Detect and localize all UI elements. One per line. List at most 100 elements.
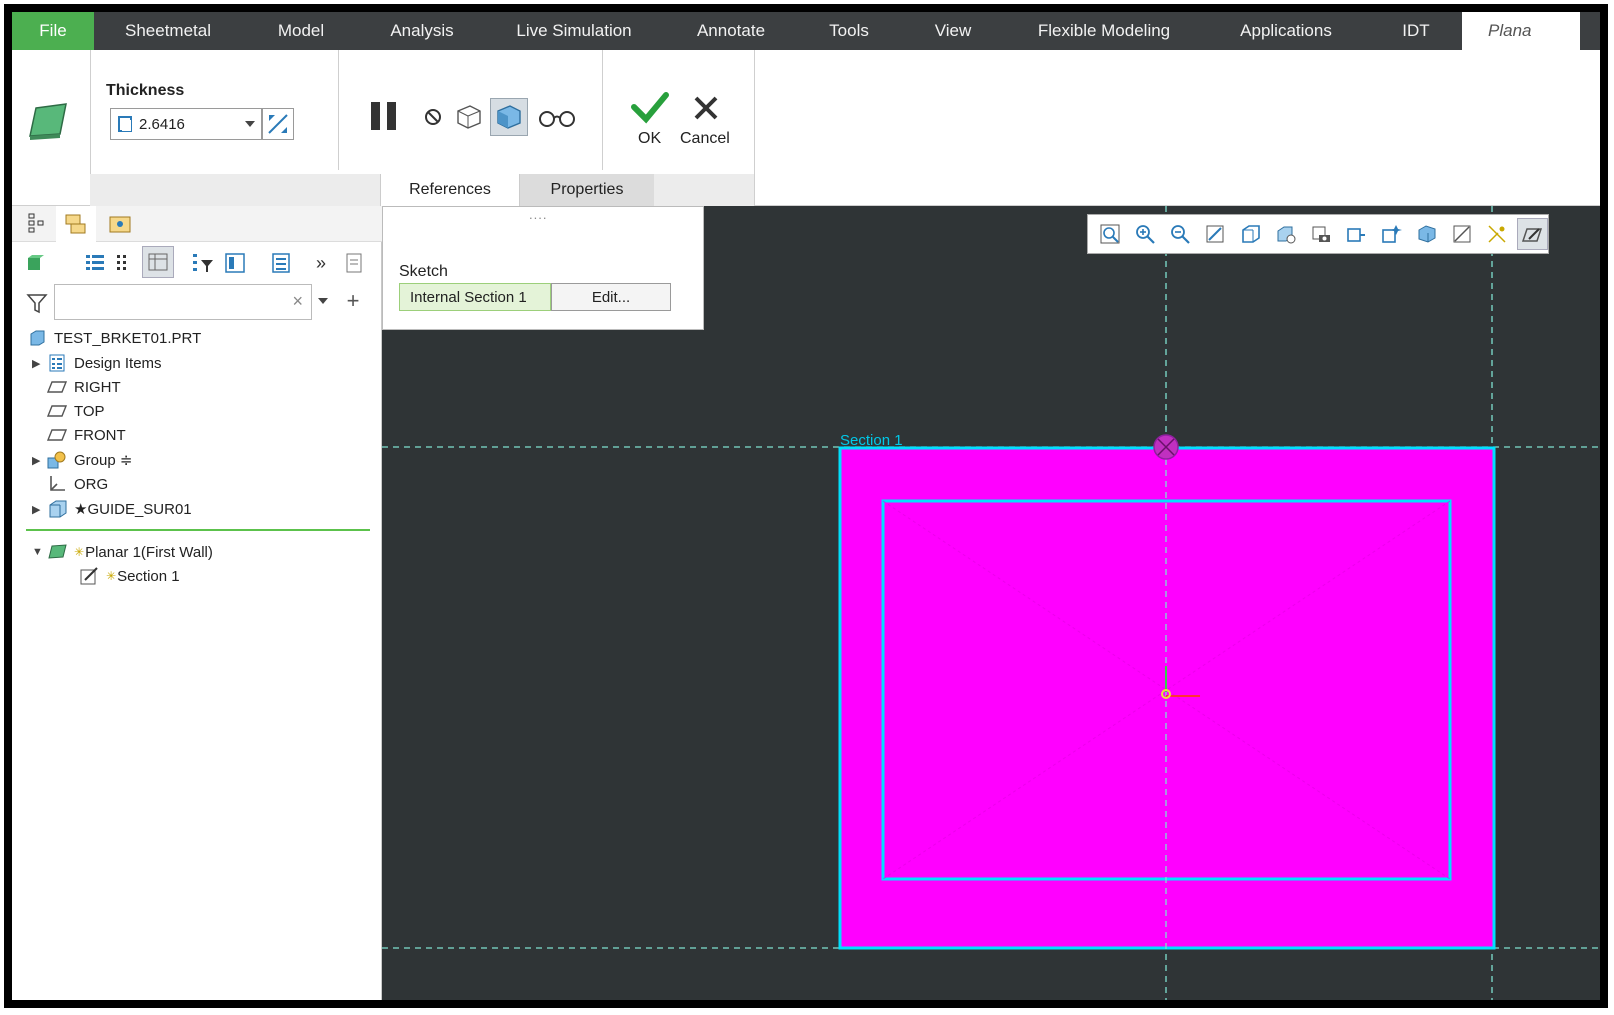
tab-tools[interactable]: Tools [798, 12, 900, 50]
tab-view[interactable]: View [900, 12, 1006, 50]
tab-live-simulation[interactable]: Live Simulation [484, 12, 664, 50]
spin-center-icon[interactable] [1376, 218, 1407, 250]
repaint-icon[interactable] [1200, 218, 1231, 250]
tree-item-right[interactable]: RIGHT [46, 375, 121, 399]
tree-search-input[interactable]: × [54, 284, 312, 320]
ok-button[interactable] [628, 88, 672, 128]
datum-plane-icon [46, 378, 68, 396]
tree-filter-icon[interactable] [190, 250, 216, 276]
tab-model[interactable]: Model [242, 12, 360, 50]
pause-button[interactable] [366, 98, 402, 134]
cancel-button[interactable] [686, 90, 726, 126]
new-feature-marker: ✳ [106, 569, 117, 583]
tree-item-section-1[interactable]: ✳ Section 1 [78, 564, 180, 588]
tree-item-label: TOP [74, 402, 105, 420]
edit-sketch-button[interactable]: Edit... [551, 283, 671, 311]
view-toolbar [1087, 214, 1549, 254]
chevron-down-icon[interactable] [245, 121, 255, 127]
geometry-preview-button[interactable] [490, 98, 528, 136]
more-tools-icon[interactable]: » [312, 250, 330, 276]
tree-item-label: Group ≑ [74, 452, 133, 469]
tree-item-label: RIGHT [74, 378, 121, 396]
folder-browser-tab-icon[interactable] [108, 212, 132, 234]
saved-orientations-icon[interactable] [1235, 218, 1266, 250]
glasses-icon [539, 111, 575, 127]
close-icon [694, 96, 718, 120]
sketch-collector[interactable]: Internal Section 1 [399, 283, 551, 311]
tree-root[interactable]: TEST_BRKET01.PRT [26, 326, 201, 350]
ok-label[interactable]: OK [638, 130, 661, 148]
flip-thickness-button[interactable] [262, 108, 294, 140]
search-dropdown-icon[interactable] [318, 298, 328, 304]
document-icon[interactable] [342, 250, 366, 276]
solid-preview-icon [497, 105, 521, 129]
root-label: TEST_BRKET01.PRT [54, 329, 202, 347]
tree-item-top[interactable]: TOP [46, 399, 105, 423]
navigator-tabs [12, 206, 382, 242]
planar-wall-feature-icon [26, 98, 70, 142]
tree-item-label: Design Items [74, 354, 162, 372]
separate-preview-button[interactable] [452, 100, 486, 134]
tree-item-planar-1[interactable]: ▼ ✳ Planar 1(First Wall) [32, 540, 213, 564]
tree-list-icon[interactable] [82, 250, 108, 276]
pause-icon [371, 102, 396, 130]
refit-icon[interactable] [1094, 218, 1125, 250]
display-style-icon[interactable] [1341, 218, 1372, 250]
properties-tree-icon[interactable] [268, 250, 294, 276]
tab-properties[interactable]: Properties [520, 174, 654, 206]
model-tree-panel: » × + TEST_BRKET01.PRT ▶ Design Items RI… [12, 206, 382, 1000]
expand-arrow-icon[interactable]: ▶ [32, 503, 46, 516]
section-label: Section 1 [840, 432, 903, 449]
clear-search-icon[interactable]: × [292, 291, 303, 312]
tab-planar-active[interactable]: Plana [1462, 12, 1580, 50]
tree-item-guide-sur01[interactable]: ▶ ★GUIDE_SUR01 [32, 497, 192, 521]
no-preview-button[interactable] [420, 104, 446, 130]
zoom-in-icon[interactable] [1129, 218, 1160, 250]
expand-arrow-icon[interactable]: ▶ [32, 454, 46, 467]
collapse-arrow-icon[interactable]: ▼ [32, 546, 46, 558]
tree-columns-icon[interactable] [112, 250, 136, 276]
no-preview-icon [425, 109, 441, 125]
datum-display-filters-icon[interactable] [1482, 218, 1513, 250]
cancel-label[interactable]: Cancel [680, 130, 730, 148]
layer-tree-tab-icon[interactable] [56, 206, 96, 242]
tree-item-design-items[interactable]: ▶ Design Items [32, 351, 162, 375]
thickness-label: Thickness [106, 82, 185, 99]
tree-item-org[interactable]: ORG [46, 472, 108, 496]
tab-sheetmetal[interactable]: Sheetmetal [94, 12, 242, 50]
tree-item-label: Planar 1(First Wall) [85, 543, 213, 561]
tab-idt[interactable]: IDT [1370, 12, 1462, 50]
thickness-value: 2.6416 [139, 115, 185, 133]
panel-grip[interactable]: .... [529, 207, 547, 222]
expand-arrow-icon[interactable]: ▶ [32, 357, 46, 370]
datum-plane-icon [46, 402, 68, 420]
show-icon[interactable] [24, 252, 46, 274]
group-icon [46, 451, 68, 469]
tree-table-icon[interactable] [142, 246, 174, 278]
settings-tree-icon[interactable] [222, 250, 248, 276]
add-icon[interactable]: + [342, 288, 364, 313]
tab-references[interactable]: References [380, 174, 520, 206]
tab-annotate[interactable]: Annotate [664, 12, 798, 50]
sketch-view-icon[interactable] [1516, 218, 1549, 250]
perspective-camera-icon[interactable] [1305, 218, 1336, 250]
flip-direction-icon [268, 114, 288, 134]
tab-analysis[interactable]: Analysis [360, 12, 484, 50]
zoom-out-icon[interactable] [1164, 218, 1195, 250]
mesh-preview-icon [457, 105, 481, 129]
tab-flexible-modeling[interactable]: Flexible Modeling [1006, 12, 1202, 50]
filter-icon[interactable] [24, 290, 50, 316]
feature-dashboard: Thickness 2.6416 OK Cancel References Pr… [12, 50, 1600, 206]
datum-planes-display-icon[interactable] [1446, 218, 1477, 250]
shaded-view-icon[interactable] [1411, 218, 1442, 250]
model-tree-tab-icon[interactable] [26, 212, 48, 234]
tree-item-group[interactable]: ▶ Group ≑ [32, 448, 132, 472]
thickness-field[interactable]: 2.6416 [110, 108, 262, 140]
verify-mode-button[interactable] [536, 102, 578, 132]
tree-item-front[interactable]: FRONT [46, 423, 126, 447]
view-manager-icon[interactable] [1270, 218, 1301, 250]
tab-applications[interactable]: Applications [1202, 12, 1370, 50]
tab-file[interactable]: File [12, 12, 94, 50]
insert-here-line[interactable] [26, 529, 370, 531]
surface-icon [46, 500, 68, 518]
